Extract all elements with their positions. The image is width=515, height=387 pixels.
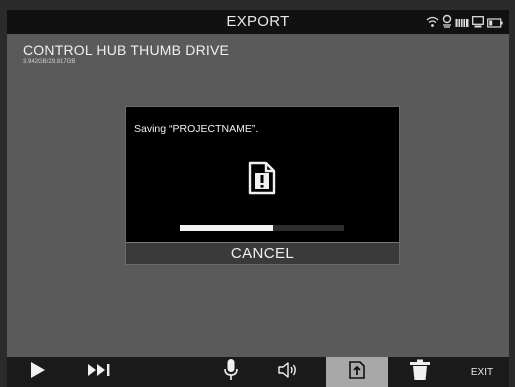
play-icon: [30, 361, 46, 384]
exit-button[interactable]: EXIT: [463, 357, 501, 387]
play-button[interactable]: [21, 357, 55, 387]
microphone-icon: [223, 358, 239, 387]
device-frame: EXPORT CONTROL HUB THUMB DRIVE 3.942GB/2…: [0, 0, 515, 387]
export-button[interactable]: [326, 357, 388, 387]
speaker-icon: [277, 361, 299, 384]
progress-fill: [180, 225, 274, 231]
export-icon: [348, 360, 366, 385]
skip-forward-icon: [87, 363, 111, 382]
title-bar: EXPORT: [7, 10, 509, 34]
saving-message: Saving “PROJECTNAME”.: [134, 123, 259, 135]
drive-name: CONTROL HUB THUMB DRIVE: [23, 42, 230, 58]
export-dialog: Saving “PROJECTNAME”. CANCEL: [125, 106, 400, 265]
document-alert-icon: [247, 161, 277, 200]
speaker-button[interactable]: [271, 357, 305, 387]
status-icons: [426, 14, 503, 33]
storage-icon: [455, 15, 469, 33]
drive-usage: 3.942GB/29.817GB: [23, 59, 76, 65]
screen: EXPORT CONTROL HUB THUMB DRIVE 3.942GB/2…: [7, 10, 509, 387]
progress-bar: [180, 225, 344, 231]
cancel-button[interactable]: CANCEL: [126, 242, 399, 264]
wifi-icon: [426, 15, 439, 33]
gps-icon: [442, 14, 452, 33]
battery-icon: [487, 15, 503, 33]
monitor-icon: [472, 15, 484, 33]
bottom-toolbar: EXIT: [7, 357, 509, 387]
skip-forward-button[interactable]: [82, 357, 116, 387]
delete-button[interactable]: [403, 357, 437, 387]
microphone-button[interactable]: [214, 357, 248, 387]
trash-icon: [409, 359, 431, 386]
